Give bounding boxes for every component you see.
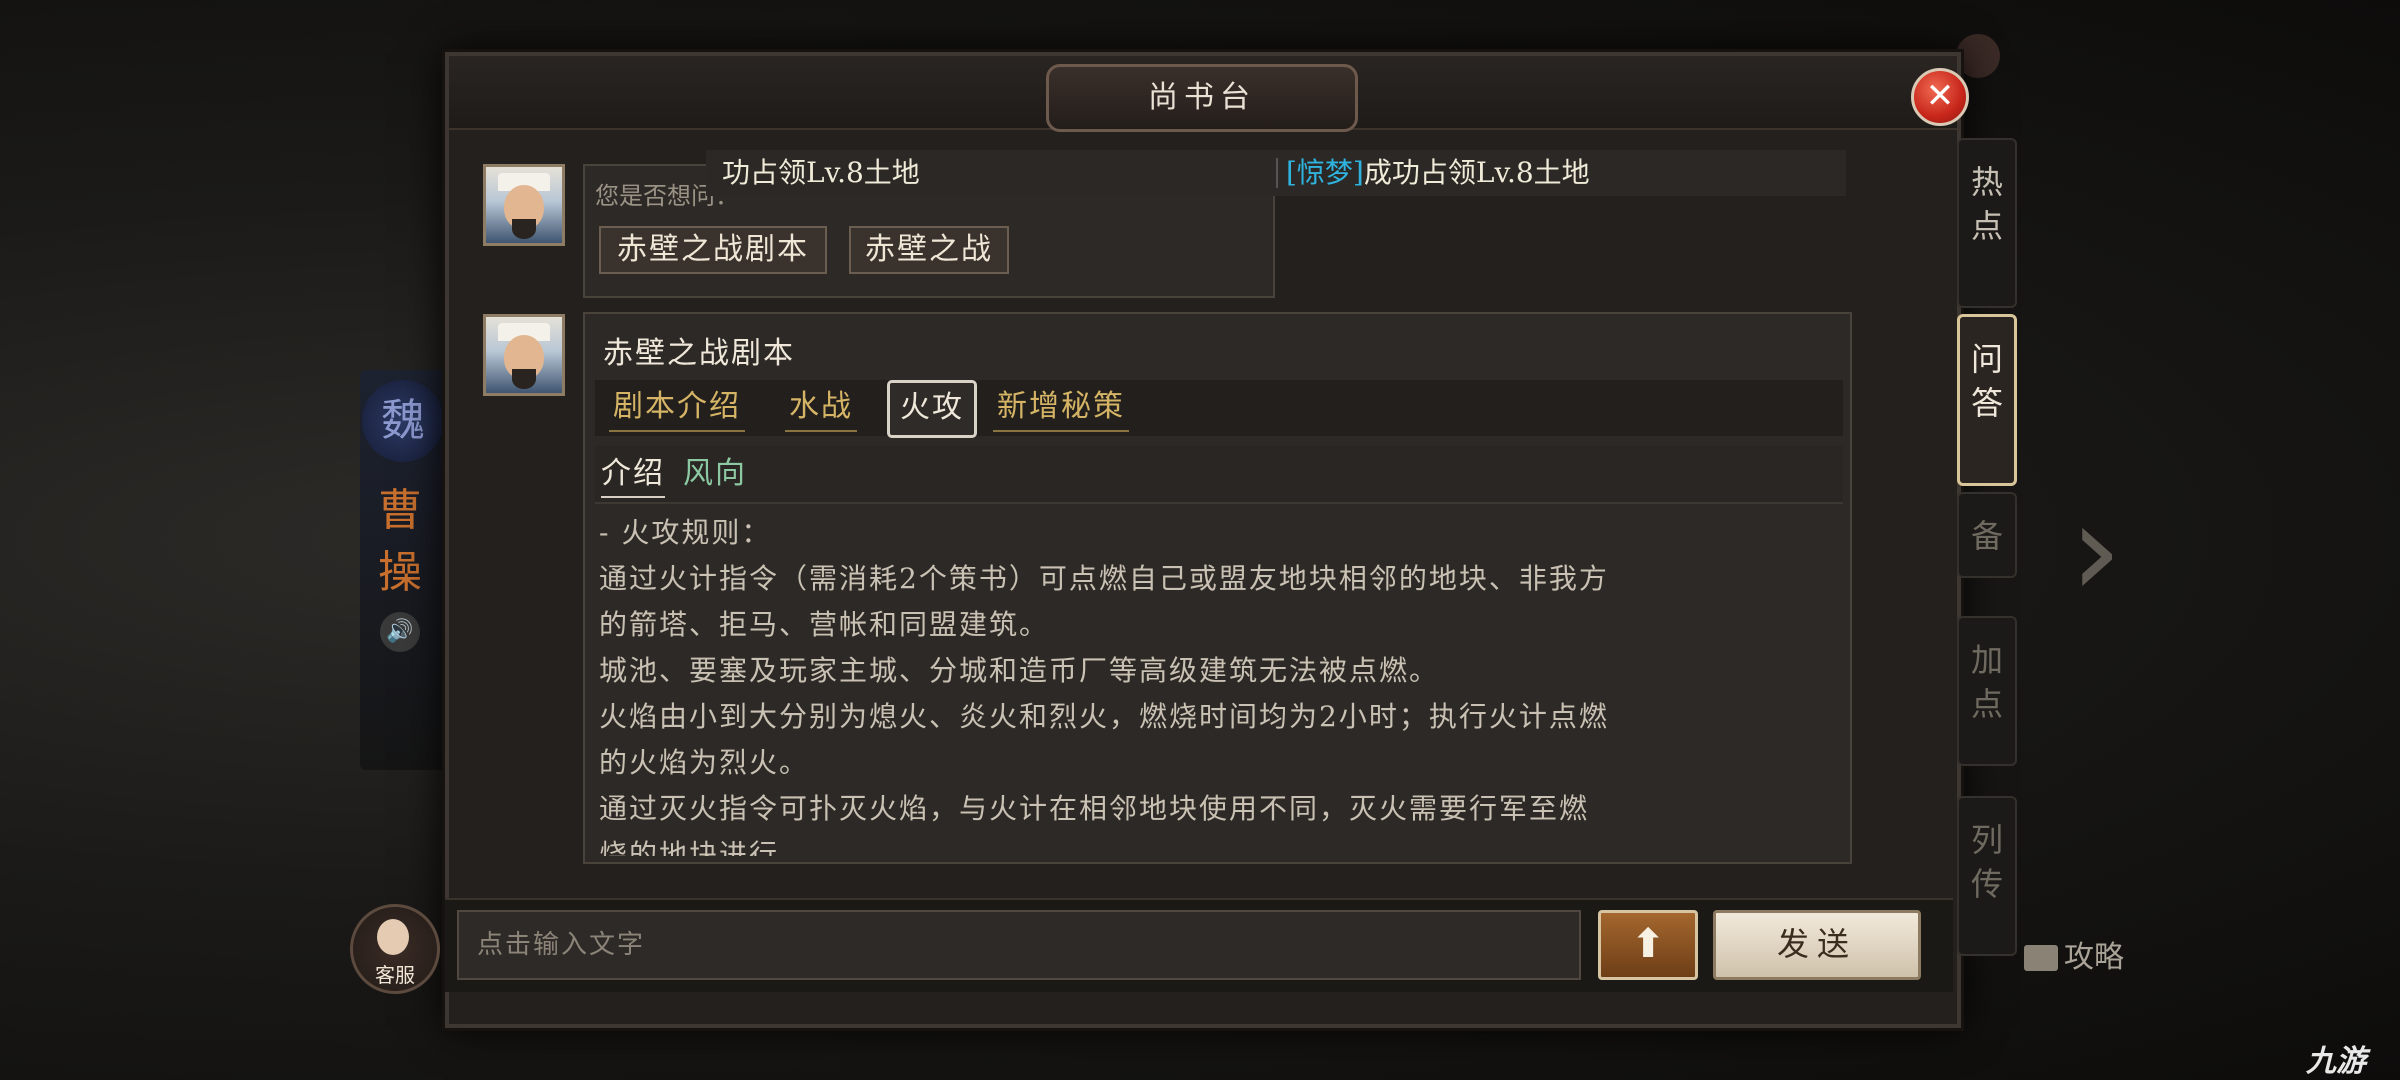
send-button[interactable]: 发送 [1713, 910, 1921, 980]
body-line: 通过火计指令（需消耗2个策书）可点燃自己或盟友地块相邻的地块、非我方 [599, 562, 1609, 595]
answer-title: 赤壁之战剧本 [603, 336, 795, 371]
input-area: 点击输入文字 ⬆ 发送 [445, 898, 1953, 992]
body-line: - 火攻规则： [599, 516, 772, 549]
up-arrow-button[interactable]: ⬆ [1598, 910, 1698, 980]
subtab-wind-direction[interactable]: 风向 [683, 454, 747, 496]
notice-divider [1276, 158, 1278, 188]
advisor-avatar [483, 314, 565, 396]
chat-input[interactable]: 点击输入文字 [457, 910, 1581, 980]
tab-fire-attack[interactable]: 火攻 [887, 380, 977, 438]
suggestion-button-script[interactable]: 赤壁之战剧本 [599, 226, 827, 274]
body-line: 城池、要塞及玩家主城、分城和造币厂等高级建筑无法被点燃。 [599, 654, 1440, 687]
customer-service-icon [377, 919, 409, 955]
answer-tab-bar: 剧本介绍 水战 火攻 新增秘策 [595, 380, 1843, 438]
book-icon [2024, 945, 2058, 971]
body-line: 通过灭火指令可扑灭火焰，与火计在相邻地块使用不同，灭火需要行军至燃 [599, 792, 1590, 825]
background-close-icon [1956, 34, 2000, 78]
body-line: 的火焰为烈火。 [599, 746, 810, 779]
body-line: 的箭塔、拒马、营帐和同盟建筑。 [599, 608, 1050, 641]
tab-naval-battle[interactable]: 水战 [785, 386, 857, 432]
side-tab-hot[interactable]: 热点 [1957, 138, 2017, 308]
notice-tag: [惊梦] [1286, 156, 1364, 189]
side-tab-jiadian[interactable]: 加点 [1957, 616, 2017, 766]
broadcast-notice: 功占领Lv.8土地 [惊梦]成功占领Lv.8土地 [706, 150, 1846, 196]
side-tab-bei[interactable]: 备 [1957, 492, 2017, 578]
faction-emblem: 魏 [362, 380, 444, 462]
side-tab-qa[interactable]: 问答 [1957, 314, 2017, 486]
watermark: 九游 [2306, 1044, 2366, 1079]
customer-service-label: 客服 [375, 963, 415, 987]
customer-service-button[interactable]: 客服 [350, 904, 440, 994]
general-name: 曹操 [378, 485, 422, 598]
strategy-guide-link[interactable]: 攻略 [2024, 938, 2124, 978]
side-tab-liezhuan[interactable]: 列传 [1957, 796, 2017, 956]
answer-subtab-bar: 介绍 风向 [595, 446, 1843, 504]
close-button[interactable]: ✕ [1911, 68, 1969, 126]
dialog-title: 尚书台 [1046, 64, 1358, 132]
tab-new-strategy[interactable]: 新增秘策 [993, 386, 1129, 432]
body-line: 烧的地块进行 [599, 838, 780, 856]
tab-script-intro[interactable]: 剧本介绍 [609, 386, 745, 432]
body-line: 火焰由小到大分别为熄火、炎火和烈火，燃烧时间均为2小时；执行火计点燃 [599, 700, 1609, 733]
notice-right-text: 成功占领Lv.8土地 [1363, 156, 1590, 189]
chat-bubble-answer: 赤壁之战剧本 剧本介绍 水战 火攻 新增秘策 介绍 风向 - 火攻规则： 通过火… [583, 312, 1852, 864]
right-arrow-icon[interactable]: › [2070, 480, 2150, 620]
notice-right: [惊梦]成功占领Lv.8土地 [1286, 150, 1590, 196]
sound-icon[interactable]: 🔊 [380, 612, 420, 652]
advisor-avatar [483, 164, 565, 246]
strategy-guide-label: 攻略 [2064, 940, 2124, 975]
subtab-intro[interactable]: 介绍 [601, 454, 665, 498]
dialog-header: 尚书台 ✕ [449, 56, 1969, 132]
answer-body[interactable]: - 火攻规则： 通过火计指令（需消耗2个策书）可点燃自己或盟友地块相邻的地块、非… [595, 510, 1835, 856]
notice-left-text: 功占领Lv.8土地 [722, 156, 920, 189]
suggestion-button-battle[interactable]: 赤壁之战 [849, 226, 1009, 274]
